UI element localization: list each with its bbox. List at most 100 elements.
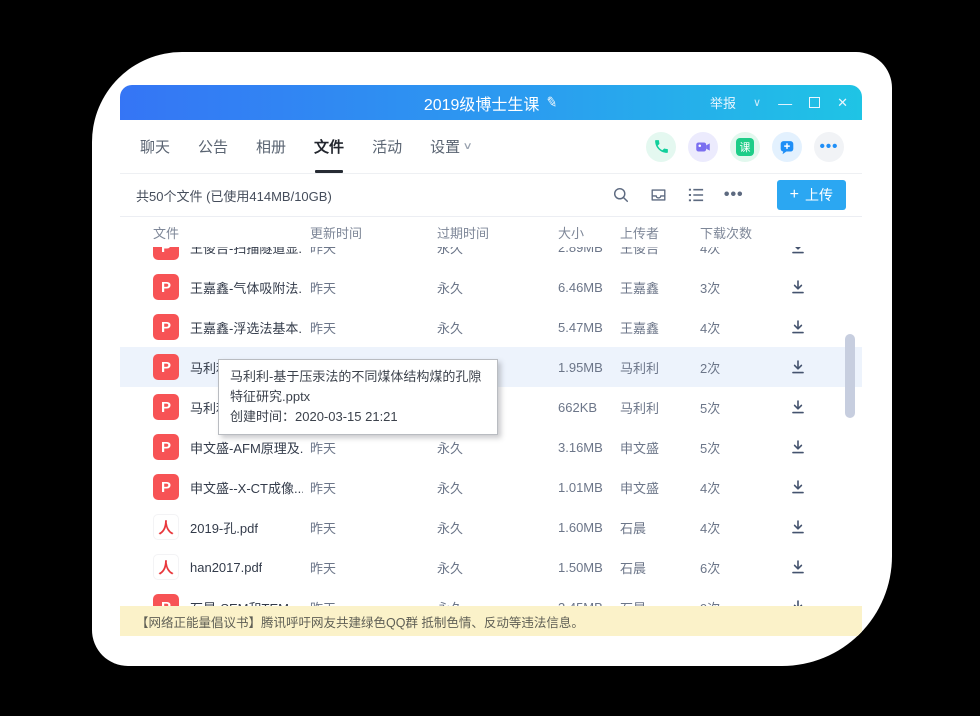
table-row[interactable]: 人 2019-孔.pdf 昨天 永久 1.60MB 石晨 4次 bbox=[120, 507, 862, 547]
file-count-summary: 共50个文件 (已使用414MB/10GB) bbox=[136, 186, 332, 205]
table-row[interactable]: P 王嘉鑫-气体吸附法... 昨天 永久 6.46MB 王嘉鑫 3次 bbox=[120, 267, 862, 307]
expire-time: 永久 bbox=[437, 438, 558, 457]
uploader: 申文盛 bbox=[620, 438, 700, 457]
file-name: 申文盛--X-CT成像... bbox=[190, 478, 303, 497]
uploader: 石晨 bbox=[620, 558, 700, 577]
download-icon[interactable] bbox=[790, 519, 806, 535]
more-actions-button[interactable]: ••• bbox=[814, 132, 844, 162]
download-icon[interactable] bbox=[790, 399, 806, 415]
updated-time: 昨天 bbox=[310, 518, 437, 537]
table-row[interactable]: P 石晨-SEM和TEM... 昨天 永久 3.45MB 石晨 9次 bbox=[120, 587, 862, 606]
expire-time: 永久 bbox=[437, 318, 558, 337]
uploader: 王俊吉 bbox=[620, 247, 700, 257]
file-name: 申文盛-AFM原理及... bbox=[190, 438, 303, 457]
notice-text: 【网络正能量倡议书】腾讯呼吁网友共建绿色QQ群 抵制色情、反动等违法信息。 bbox=[136, 612, 584, 631]
download-icon[interactable] bbox=[790, 439, 806, 455]
download-count: 4次 bbox=[700, 518, 790, 537]
new-topic-button[interactable] bbox=[772, 132, 802, 162]
course-icon: 课 bbox=[736, 138, 754, 156]
column-header: 过期时间 bbox=[437, 223, 558, 242]
maximize-button[interactable] bbox=[809, 97, 820, 108]
download-icon[interactable] bbox=[790, 599, 806, 606]
video-call-button[interactable] bbox=[688, 132, 718, 162]
toolbar-more-icon[interactable]: ••• bbox=[724, 190, 744, 200]
table-row[interactable]: 人 han2017.pdf 昨天 永久 1.50MB 石晨 6次 bbox=[120, 547, 862, 587]
list-view-icon[interactable] bbox=[687, 187, 705, 203]
download-count: 4次 bbox=[700, 478, 790, 497]
file-type-icon: P bbox=[153, 594, 179, 606]
download-icon[interactable] bbox=[790, 279, 806, 295]
file-name: 王嘉鑫-气体吸附法... bbox=[190, 278, 303, 297]
file-name: 石晨-SEM和TEM... bbox=[190, 598, 300, 607]
chevron-down-icon: ∨ bbox=[463, 141, 473, 152]
download-icon[interactable] bbox=[790, 479, 806, 495]
updated-time: 昨天 bbox=[310, 478, 437, 497]
tab-聊天[interactable]: 聊天 bbox=[140, 120, 170, 173]
file-type-icon: P bbox=[153, 394, 179, 420]
table-header: 文件更新时间过期时间大小上传者下载次数 bbox=[120, 217, 862, 247]
file-toolbar: 共50个文件 (已使用414MB/10GB) ••• + 上传 bbox=[120, 174, 862, 217]
close-button[interactable]: ✕ bbox=[837, 95, 848, 111]
column-header: 下载次数 bbox=[700, 223, 790, 242]
voice-call-button[interactable] bbox=[646, 132, 676, 162]
search-icon[interactable] bbox=[612, 186, 630, 204]
chevron-down-icon[interactable]: ∨ bbox=[753, 96, 761, 109]
file-size: 2.89MB bbox=[558, 247, 620, 255]
report-button[interactable]: 举报 bbox=[710, 93, 736, 112]
file-size: 3.45MB bbox=[558, 600, 620, 607]
expire-time: 永久 bbox=[437, 247, 558, 257]
table-row[interactable]: P 王俊吉-扫描隧道显... 昨天 永久 2.89MB 王俊吉 4次 bbox=[120, 247, 862, 267]
tab-相册[interactable]: 相册 bbox=[256, 120, 286, 173]
download-count: 9次 bbox=[700, 598, 790, 607]
upload-button[interactable]: + 上传 bbox=[777, 180, 846, 210]
file-type-icon: 人 bbox=[153, 514, 179, 540]
file-type-icon: P bbox=[153, 247, 179, 260]
tab-设置[interactable]: 设置∨ bbox=[430, 120, 471, 173]
window-title: 2019级博士生课 bbox=[424, 91, 540, 115]
column-header: 大小 bbox=[558, 223, 620, 242]
download-icon[interactable] bbox=[790, 359, 806, 375]
download-count: 4次 bbox=[700, 247, 790, 257]
tab-活动[interactable]: 活动 bbox=[372, 120, 402, 173]
edit-title-icon[interactable]: ✎ bbox=[545, 93, 560, 112]
file-size: 1.50MB bbox=[558, 560, 620, 575]
download-count: 5次 bbox=[700, 438, 790, 457]
file-size: 1.60MB bbox=[558, 520, 620, 535]
download-icon[interactable] bbox=[790, 559, 806, 575]
file-type-icon: P bbox=[153, 274, 179, 300]
tooltip-filename: 马利利-基于压汞法的不同煤体结构煤的孔隙特征研究.pptx bbox=[230, 367, 486, 407]
file-size: 6.46MB bbox=[558, 280, 620, 295]
uploader: 王嘉鑫 bbox=[620, 278, 700, 297]
tooltip-created-time: 创建时间：2020-03-15 21:21 bbox=[230, 407, 486, 427]
expire-time: 永久 bbox=[437, 598, 558, 607]
uploader: 马利利 bbox=[620, 398, 700, 417]
file-type-icon: P bbox=[153, 434, 179, 460]
file-size: 1.95MB bbox=[558, 360, 620, 375]
file-name: 王嘉鑫-浮选法基本... bbox=[190, 318, 303, 337]
inbox-icon[interactable] bbox=[649, 186, 668, 204]
expire-time: 永久 bbox=[437, 478, 558, 497]
updated-time: 昨天 bbox=[310, 247, 437, 257]
course-button[interactable]: 课 bbox=[730, 132, 760, 162]
expire-time: 永久 bbox=[437, 518, 558, 537]
uploader: 马利利 bbox=[620, 358, 700, 377]
download-icon[interactable] bbox=[790, 247, 806, 255]
tab-公告[interactable]: 公告 bbox=[198, 120, 228, 173]
scrollbar-thumb[interactable] bbox=[845, 334, 855, 418]
tab-文件[interactable]: 文件 bbox=[314, 120, 344, 173]
file-size: 5.47MB bbox=[558, 320, 620, 335]
expire-time: 永久 bbox=[437, 558, 558, 577]
nav-bar: 聊天公告相册文件活动设置∨ 课 bbox=[120, 120, 862, 174]
table-row[interactable]: P 申文盛--X-CT成像... 昨天 永久 1.01MB 申文盛 4次 bbox=[120, 467, 862, 507]
minimize-button[interactable]: — bbox=[778, 98, 792, 108]
file-tooltip: 马利利-基于压汞法的不同煤体结构煤的孔隙特征研究.pptx 创建时间：2020-… bbox=[218, 359, 498, 435]
updated-time: 昨天 bbox=[310, 558, 437, 577]
download-icon[interactable] bbox=[790, 319, 806, 335]
uploader: 石晨 bbox=[620, 518, 700, 537]
updated-time: 昨天 bbox=[310, 598, 437, 607]
file-size: 3.16MB bbox=[558, 440, 620, 455]
file-type-icon: P bbox=[153, 474, 179, 500]
file-type-icon: P bbox=[153, 314, 179, 340]
window-backdrop: 2019级博士生课 ✎ 举报 ∨ — ✕ 聊天公告相册文件活动设置∨ bbox=[92, 52, 892, 666]
table-row[interactable]: P 王嘉鑫-浮选法基本... 昨天 永久 5.47MB 王嘉鑫 4次 bbox=[120, 307, 862, 347]
